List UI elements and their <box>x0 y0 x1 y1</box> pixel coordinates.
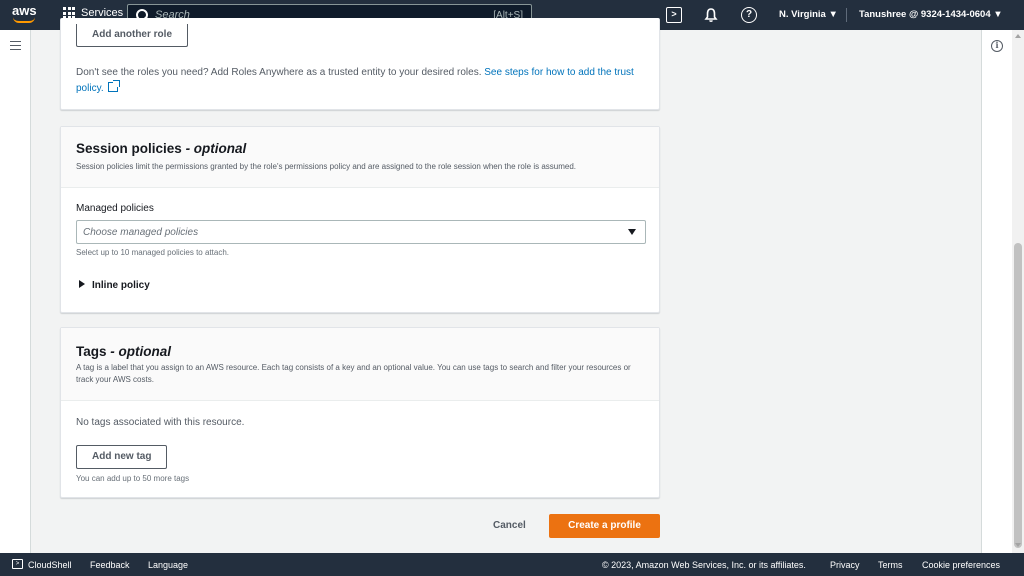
managed-policies-label: Managed policies <box>76 203 154 214</box>
footer-cookie-link[interactable]: Cookie preferences <box>922 560 1000 570</box>
footer-cloudshell-link[interactable]: CloudShell <box>28 560 72 570</box>
footer-feedback-link[interactable]: Feedback <box>90 560 130 570</box>
tags-description: A tag is a label that you assign to an A… <box>76 363 631 384</box>
managed-policies-hint: Select up to 10 managed policies to atta… <box>76 248 229 257</box>
logo-smile <box>13 17 35 23</box>
menu-icon[interactable] <box>10 41 21 50</box>
add-another-role-button[interactable]: Add another role <box>76 24 189 47</box>
footer-copyright: © 2023, Amazon Web Services, Inc. or its… <box>602 560 806 570</box>
caret-right-icon <box>79 280 85 288</box>
managed-policies-placeholder: Choose managed policies <box>83 226 199 238</box>
right-help-rail: i <box>981 30 1012 553</box>
add-new-tag-button[interactable]: Add new tag <box>76 445 168 469</box>
account-menu[interactable]: Tanushree @ 9324-1434-0604 ▼ <box>859 9 1003 20</box>
tags-panel: Tags - optional A tag is a label that yo… <box>60 327 660 498</box>
console-footer: > CloudShell Feedback Language © 2023, A… <box>0 553 1024 576</box>
info-icon[interactable]: i <box>991 40 1003 52</box>
tags-header: Tags - optional A tag is a label that yo… <box>61 328 659 401</box>
footer-language-link[interactable]: Language <box>148 560 188 570</box>
aws-logo[interactable]: aws <box>12 3 38 25</box>
scroll-up-arrow-icon[interactable] <box>1015 34 1021 38</box>
session-policies-description: Session policies limit the permissions g… <box>76 162 576 171</box>
page-scrollbar[interactable] <box>1012 30 1024 553</box>
left-navigation-rail <box>0 30 31 553</box>
roles-panel: Add another role Don't see the roles you… <box>60 18 660 110</box>
inline-policy-label: Inline policy <box>92 280 150 291</box>
managed-policies-select[interactable]: Choose managed policies <box>76 220 646 244</box>
region-selector[interactable]: N. Virginia ▼ <box>779 9 838 20</box>
cloudshell-icon[interactable]: > <box>666 7 682 23</box>
scroll-down-arrow-icon[interactable] <box>1015 543 1021 547</box>
session-policies-panel: Session policies - optional Session poli… <box>60 126 660 313</box>
footer-privacy-link[interactable]: Privacy <box>830 560 860 570</box>
inline-policy-expander[interactable]: Inline policy <box>79 280 150 291</box>
tags-limit-hint: You can add up to 50 more tags <box>76 474 190 483</box>
roles-note: Don't see the roles you need? Add Roles … <box>76 65 646 97</box>
nav-divider <box>846 8 847 22</box>
tags-title: Tags - optional <box>76 344 172 359</box>
session-policies-header: Session policies - optional Session poli… <box>61 127 659 188</box>
caret-down-icon <box>628 229 636 235</box>
create-profile-button[interactable]: Create a profile <box>549 514 660 538</box>
bell-icon[interactable] <box>703 7 719 23</box>
footer-terms-link[interactable]: Terms <box>878 560 903 570</box>
cancel-button[interactable]: Cancel <box>493 520 526 531</box>
roles-note-text: Don't see the roles you need? Add Roles … <box>76 67 485 78</box>
session-policies-title: Session policies - optional <box>76 141 247 156</box>
help-icon[interactable]: ? <box>741 7 757 23</box>
cloudshell-footer-icon: > <box>12 559 23 569</box>
logo-text: aws <box>12 3 37 18</box>
external-link-icon <box>107 80 120 92</box>
no-tags-text: No tags associated with this resource. <box>76 417 245 428</box>
scroll-thumb[interactable] <box>1014 243 1022 548</box>
